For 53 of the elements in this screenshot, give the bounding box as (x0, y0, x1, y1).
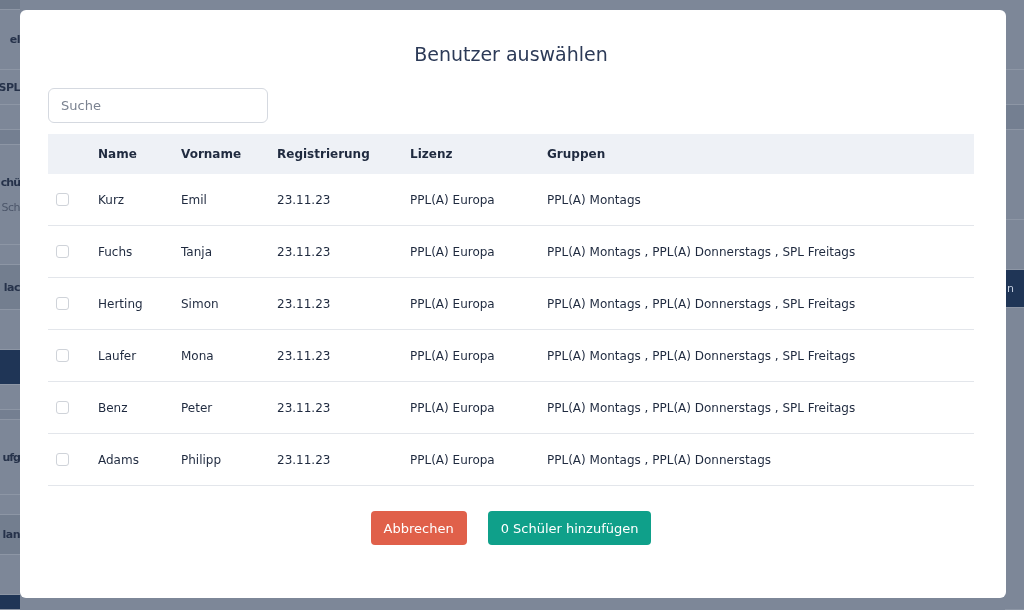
column-header: Lizenz (410, 147, 453, 161)
table-cell: PPL(A) Montags , PPL(A) Donnerstags , SPL Freitags (547, 400, 856, 415)
table-cell: PPL(A) Montags , PPL(A) Donnerstags , SPL Freitags (547, 296, 856, 311)
background-text: el (9, 33, 20, 46)
column-header: Name (98, 147, 137, 161)
table-cell: PPL(A) Montags , PPL(A) Donnerstags , SPL Freitags (547, 244, 856, 259)
table-cell: Laufer (98, 348, 137, 363)
table-cell: PPL(A) Europa (410, 192, 495, 207)
table-cell: Fuchs (98, 244, 133, 259)
table-cell: 23.11.23 (277, 348, 331, 363)
row-checkbox[interactable] (56, 297, 69, 310)
table-cell: Tanja (181, 244, 212, 259)
table-cell: PPL(A) Europa (410, 296, 495, 311)
table-cell: PPL(A) Europa (410, 244, 495, 259)
row-checkbox[interactable] (56, 245, 69, 258)
background-text: n (1006, 282, 1014, 295)
column-header: Vorname (181, 147, 242, 161)
table-cell: 23.11.23 (277, 452, 331, 467)
search-field[interactable]: Suche (48, 88, 268, 123)
table-cell: Philipp (181, 452, 222, 467)
cancel-button[interactable]: Abbrechen (370, 511, 467, 545)
background-text: lac (3, 280, 20, 294)
row-checkbox[interactable] (56, 453, 69, 466)
table-cell: Mona (181, 348, 214, 363)
background-text: SPL (0, 80, 20, 94)
table-cell: Emil (181, 192, 207, 207)
column-header: Gruppen (547, 147, 606, 161)
table-cell: Simon (181, 296, 219, 311)
table-cell: Peter (181, 400, 213, 415)
table-cell: PPL(A) Europa (410, 348, 495, 363)
table-cell: 23.11.23 (277, 192, 331, 207)
table-cell: PPL(A) Europa (410, 452, 495, 467)
background-text: chü (0, 175, 20, 189)
table-cell: 23.11.23 (277, 400, 331, 415)
table-cell: Kurz (98, 192, 125, 207)
table-cell: Adams (98, 452, 139, 467)
row-checkbox[interactable] (56, 401, 69, 414)
table-cell: 23.11.23 (277, 244, 331, 259)
column-header: Registrierung (277, 147, 370, 161)
table-cell: PPL(A) Montags , PPL(A) Donnerstags (547, 452, 772, 467)
dialog-title: Benutzer auswählen (413, 43, 609, 65)
background-text: lan (2, 528, 20, 541)
background-text: ufg (2, 450, 20, 464)
table-cell: Herting (98, 296, 143, 311)
row-checkbox[interactable] (56, 349, 69, 362)
row-checkbox[interactable] (56, 193, 69, 206)
add-button[interactable]: 0 Schüler hinzufügen (487, 511, 652, 545)
table-cell: PPL(A) Montags (547, 192, 641, 207)
background-bar (0, 595, 20, 610)
table-cell: Benz (98, 400, 128, 415)
table-cell: PPL(A) Europa (410, 400, 495, 415)
table-cell: 23.11.23 (277, 296, 331, 311)
table-cell: PPL(A) Montags , PPL(A) Donnerstags , SPL Freitags (547, 348, 856, 363)
